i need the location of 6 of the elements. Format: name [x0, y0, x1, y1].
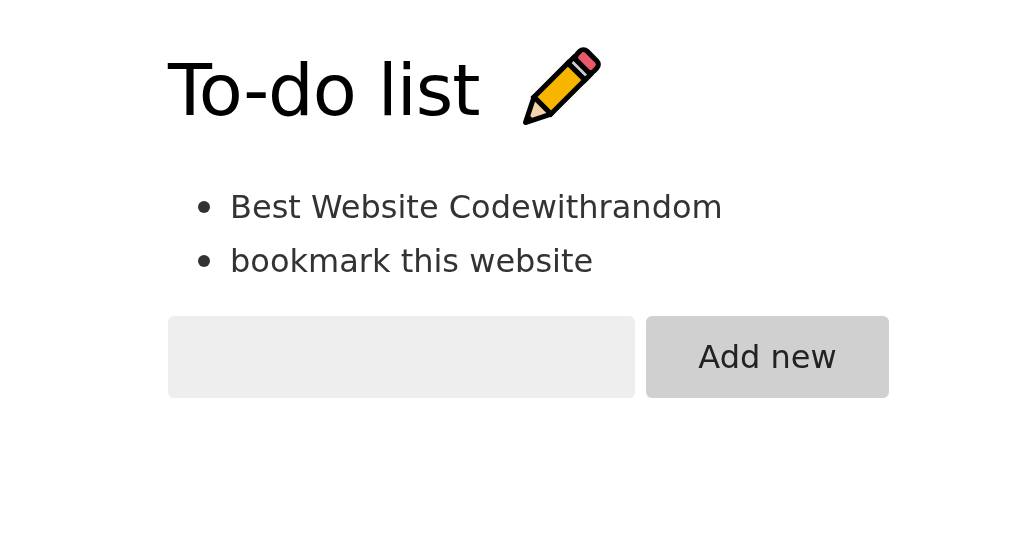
bullet-icon — [198, 255, 210, 267]
bullet-icon — [198, 201, 210, 213]
add-button[interactable]: Add new — [646, 316, 889, 398]
todo-item: Best Website Codewithrandom — [230, 188, 723, 226]
todo-item: bookmark this website — [230, 242, 594, 280]
page-title: To-do list — [168, 48, 480, 132]
